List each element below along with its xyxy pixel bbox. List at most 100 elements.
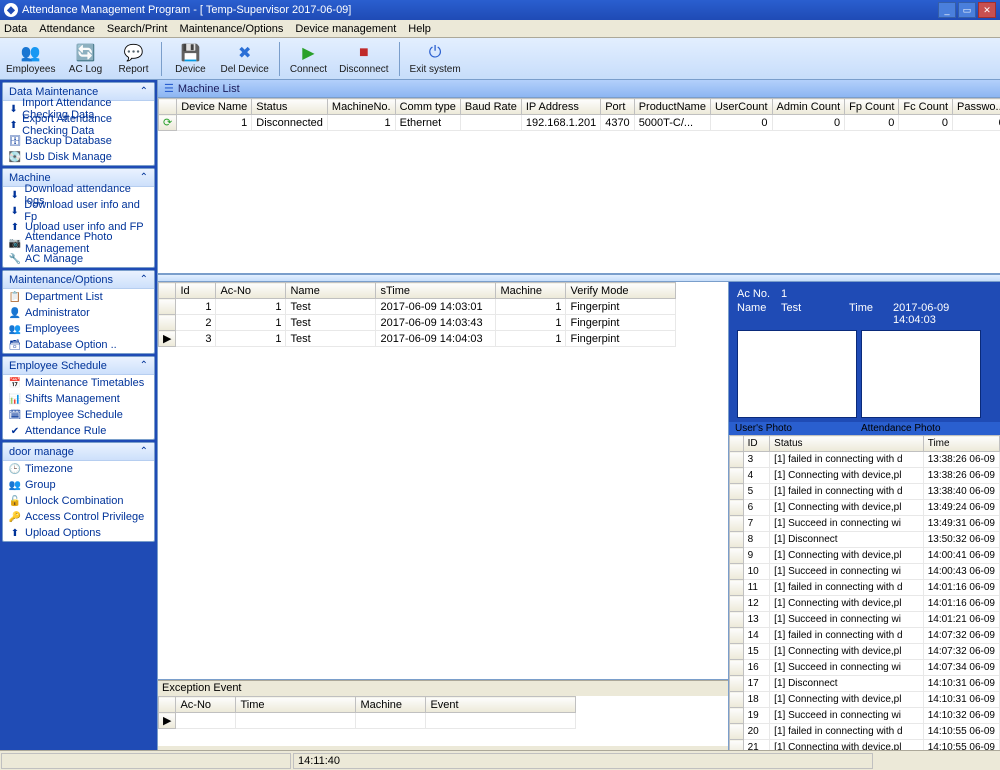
- column-header[interactable]: Id: [176, 283, 216, 299]
- table-row[interactable]: 6[1] Connecting with device,pl13:49:24 0…: [730, 500, 1000, 516]
- menu-search-print[interactable]: Search/Print: [107, 23, 168, 35]
- sidebar-item-access-control-privilege[interactable]: 🔑Access Control Privilege: [3, 509, 154, 525]
- sidebar-item-label: Upload Options: [25, 527, 101, 539]
- sidebar-item-administrator[interactable]: 👤Administrator: [3, 305, 154, 321]
- sidebar-item-unlock-combination[interactable]: 🔓Unlock Combination: [3, 493, 154, 509]
- log-grid[interactable]: IdAc-NoNamesTimeMachineVerify Mode11Test…: [158, 282, 728, 680]
- toolbar-disconnect-button[interactable]: ■Disconnect: [333, 39, 394, 79]
- sidebar-header[interactable]: door manage⌃: [3, 443, 154, 461]
- toolbar-exit-system-button[interactable]: ⏻Exit system: [404, 39, 467, 79]
- sidebar-item-database-option-[interactable]: 🗃Database Option ..: [3, 337, 154, 353]
- table-row[interactable]: 9[1] Connecting with device,pl14:00:41 0…: [730, 548, 1000, 564]
- sidebar-item-employees[interactable]: 👥Employees: [3, 321, 154, 337]
- table-row[interactable]: 21[1] Connecting with device,pl14:10:55 …: [730, 740, 1000, 751]
- maximize-button[interactable]: ▭: [958, 2, 976, 18]
- horizontal-splitter[interactable]: [158, 274, 1000, 282]
- minimize-button[interactable]: _: [938, 2, 956, 18]
- table-row[interactable]: 5[1] failed in connecting with d13:38:40…: [730, 484, 1000, 500]
- table-row[interactable]: ⟳1Disconnected1Ethernet192.168.1.2014370…: [159, 115, 1000, 131]
- cell: 1: [496, 299, 566, 315]
- toolbar-connect-button[interactable]: ▶Connect: [284, 39, 333, 79]
- item-icon: ⬆: [9, 119, 18, 131]
- table-row[interactable]: 17[1] Disconnect14:10:31 06-09: [730, 676, 1000, 692]
- column-header[interactable]: Machine: [496, 283, 566, 299]
- column-header[interactable]: ProductName: [634, 99, 710, 115]
- column-header[interactable]: sTime: [376, 283, 496, 299]
- column-header[interactable]: Time: [923, 436, 999, 452]
- toolbar-device-button[interactable]: 💾Device: [166, 39, 214, 79]
- toolbar-employees-button[interactable]: 👥Employees: [0, 39, 61, 79]
- column-header[interactable]: Machine: [356, 697, 426, 713]
- toolbar-ac-log-button[interactable]: 🔄AC Log: [61, 39, 109, 79]
- row-header: [730, 676, 744, 692]
- sidebar-item-upload-options[interactable]: ⬆Upload Options: [3, 525, 154, 541]
- column-header[interactable]: Event: [426, 697, 576, 713]
- table-row[interactable]: 15[1] Connecting with device,pl14:07:32 …: [730, 644, 1000, 660]
- column-header[interactable]: Baud Rate: [460, 99, 521, 115]
- table-row[interactable]: ▶31Test2017-06-09 14:04:031Fingerpint: [159, 331, 676, 347]
- sidebar-item-usb-disk-manage[interactable]: 💽Usb Disk Manage: [3, 149, 154, 165]
- column-header[interactable]: Ac-No: [216, 283, 286, 299]
- sidebar-header[interactable]: Maintenance/Options⌃: [3, 271, 154, 289]
- sidebar-item-timezone[interactable]: 🕒Timezone: [3, 461, 154, 477]
- sidebar-item-attendance-photo-management[interactable]: 📷Attendance Photo Management: [3, 235, 154, 251]
- table-row[interactable]: 18[1] Connecting with device,pl14:10:31 …: [730, 692, 1000, 708]
- menu-maintenance-options[interactable]: Maintenance/Options: [179, 23, 283, 35]
- column-header[interactable]: MachineNo.: [327, 99, 395, 115]
- table-row[interactable]: 10[1] Succeed in connecting wi14:00:43 0…: [730, 564, 1000, 580]
- column-header[interactable]: Ac-No: [176, 697, 236, 713]
- table-row[interactable]: 16[1] Succeed in connecting wi14:07:34 0…: [730, 660, 1000, 676]
- sidebar-item-shifts-management[interactable]: 📊Shifts Management: [3, 391, 154, 407]
- sidebar-item-export-attendance-checking-data[interactable]: ⬆Export Attendance Checking Data: [3, 117, 154, 133]
- table-row[interactable]: 7[1] Succeed in connecting wi13:49:31 06…: [730, 516, 1000, 532]
- column-header[interactable]: Port: [601, 99, 634, 115]
- menu-device-management[interactable]: Device management: [295, 23, 396, 35]
- table-row[interactable]: 11Test2017-06-09 14:03:011Fingerpint: [159, 299, 676, 315]
- menu-attendance[interactable]: Attendance: [39, 23, 95, 35]
- sidebar-item-employee-schedule[interactable]: 🗓Employee Schedule: [3, 407, 154, 423]
- exception-panel: Exception Event Ac-NoTimeMachineEvent▶: [158, 680, 728, 750]
- menu-data[interactable]: Data: [4, 23, 27, 35]
- toolbar-del-device-button[interactable]: ✖Del Device: [214, 39, 274, 79]
- sidebar-item-maintenance-timetables[interactable]: 📅Maintenance Timetables: [3, 375, 154, 391]
- column-header[interactable]: Status: [770, 436, 924, 452]
- table-row[interactable]: 19[1] Succeed in connecting wi14:10:32 0…: [730, 708, 1000, 724]
- column-header[interactable]: Name: [286, 283, 376, 299]
- table-row[interactable]: 12[1] Connecting with device,pl14:01:16 …: [730, 596, 1000, 612]
- sidebar-item-download-user-info-and-fp[interactable]: ⬇Download user info and Fp: [3, 203, 154, 219]
- table-row[interactable]: 3[1] failed in connecting with d13:38:26…: [730, 452, 1000, 468]
- column-header[interactable]: Fp Count: [845, 99, 899, 115]
- close-button[interactable]: ✕: [978, 2, 996, 18]
- machine-grid[interactable]: Device NameStatusMachineNo.Comm typeBaud…: [158, 98, 1000, 274]
- sidebar-item-attendance-rule[interactable]: ✔Attendance Rule: [3, 423, 154, 439]
- table-row[interactable]: 13[1] Succeed in connecting wi14:01:21 0…: [730, 612, 1000, 628]
- column-header[interactable]: Comm type: [395, 99, 460, 115]
- column-header[interactable]: Status: [252, 99, 328, 115]
- table-row[interactable]: 14[1] failed in connecting with d14:07:3…: [730, 628, 1000, 644]
- sidebar-item-group[interactable]: 👥Group: [3, 477, 154, 493]
- toolbar-label: Del Device: [220, 64, 268, 75]
- column-header[interactable]: UserCount: [710, 99, 772, 115]
- cell: 14:01:21 06-09: [923, 612, 999, 628]
- column-header[interactable]: Verify Mode: [566, 283, 676, 299]
- column-header[interactable]: IP Address: [521, 99, 600, 115]
- column-header[interactable]: Passwo...: [953, 99, 1000, 115]
- table-row[interactable]: 20[1] failed in connecting with d14:10:5…: [730, 724, 1000, 740]
- table-row[interactable]: 8[1] Disconnect13:50:32 06-09: [730, 532, 1000, 548]
- sidebar-item-department-list[interactable]: 📋Department List: [3, 289, 154, 305]
- table-row[interactable]: 11[1] failed in connecting with d14:01:1…: [730, 580, 1000, 596]
- table-row[interactable]: 21Test2017-06-09 14:03:431Fingerpint: [159, 315, 676, 331]
- toolbar-report-button[interactable]: 💬Report: [109, 39, 157, 79]
- column-header[interactable]: Admin Count: [772, 99, 845, 115]
- status-grid[interactable]: IDStatusTime3[1] failed in connecting wi…: [729, 435, 1000, 750]
- column-header[interactable]: Fc Count: [899, 99, 953, 115]
- sidebar-header[interactable]: Employee Schedule⌃: [3, 357, 154, 375]
- column-header[interactable]: ID: [743, 436, 770, 452]
- table-row[interactable]: 4[1] Connecting with device,pl13:38:26 0…: [730, 468, 1000, 484]
- table-row[interactable]: ▶: [159, 713, 576, 729]
- cell: 0: [710, 115, 772, 131]
- menu-help[interactable]: Help: [408, 23, 431, 35]
- exception-grid[interactable]: Ac-NoTimeMachineEvent▶: [158, 696, 728, 746]
- column-header[interactable]: Time: [236, 697, 356, 713]
- column-header[interactable]: Device Name: [177, 99, 252, 115]
